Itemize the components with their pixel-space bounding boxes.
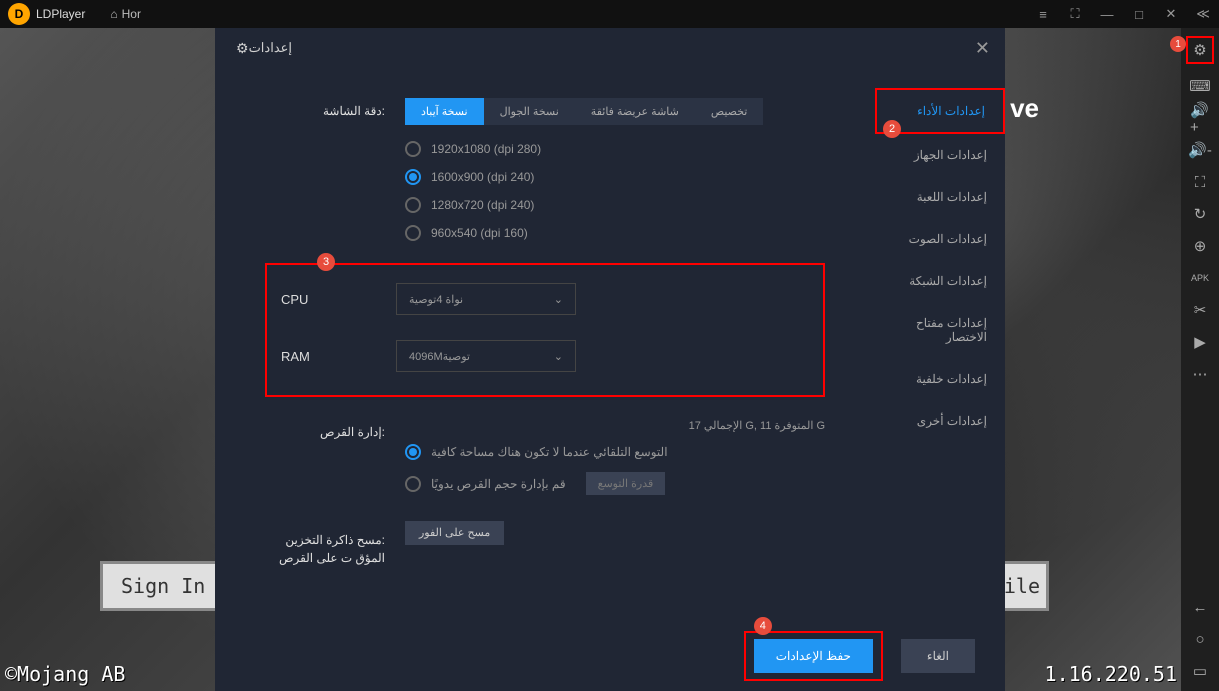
minimize-icon[interactable]: — xyxy=(1091,0,1123,28)
version: 1.16.220.51 xyxy=(1045,662,1177,686)
resolution-option-3[interactable]: 960x540 (dpi 160) xyxy=(405,225,825,241)
play-icon[interactable]: ▶ xyxy=(1190,332,1210,352)
cpu-ram-highlight: 3 CPU ⌄ نواة 4توصية RAM ⌄ توصية4096M xyxy=(265,263,825,397)
ldplayer-logo-icon: D xyxy=(8,3,30,25)
settings-content: :دقة الشاشة نسخة آيبادنسخة الجوالشاشة عر… xyxy=(215,68,875,621)
save-highlight: 4 حفظ الإعدادات xyxy=(744,631,883,681)
nav-item-0[interactable]: إعدادات الأداء2 xyxy=(875,88,1005,134)
radio-icon xyxy=(405,476,421,492)
close-icon[interactable]: ✕ xyxy=(1155,0,1187,28)
gear-icon[interactable]: ⚙ xyxy=(1190,40,1210,60)
nav-item-7[interactable]: إعدادات أخرى xyxy=(875,400,1005,442)
more-icon[interactable]: ⋯ xyxy=(1190,364,1210,384)
resolution-label: :دقة الشاشة xyxy=(265,98,385,118)
cpu-select[interactable]: ⌄ نواة 4توصية xyxy=(396,283,576,315)
resolution-option-2[interactable]: 1280x720 (dpi 240) xyxy=(405,197,825,213)
disk-info: G المتوفرة G, 11 الإجمالي 17 xyxy=(405,419,825,432)
nav-item-2[interactable]: إعدادات اللعبة xyxy=(875,176,1005,218)
resolution-tab-3[interactable]: تخصيص xyxy=(695,98,764,125)
resolution-tab-2[interactable]: شاشة عريضة فائقة xyxy=(575,98,695,125)
nav-item-6[interactable]: إعدادات خلفية xyxy=(875,358,1005,400)
cancel-button[interactable]: الغاء xyxy=(901,639,975,673)
radio-icon xyxy=(405,444,421,460)
recent-icon[interactable]: ▭ xyxy=(1190,661,1210,681)
home-icon: ⌂ xyxy=(110,7,117,21)
add-icon[interactable]: ⊕ xyxy=(1190,236,1210,256)
clear-cache-button[interactable]: مسح على الفور xyxy=(405,521,504,545)
home-tab[interactable]: ⌂ Hor xyxy=(110,7,141,21)
maximize-icon[interactable]: □ xyxy=(1123,0,1155,28)
menu-icon[interactable]: ≡ xyxy=(1027,0,1059,28)
fullscreen-icon[interactable]: ⛶ xyxy=(1190,172,1210,192)
game-text: ve xyxy=(1010,93,1039,124)
radio-icon xyxy=(405,141,421,157)
nav-item-5[interactable]: إعدادات مفتاح الاختصار xyxy=(875,302,1005,358)
nav-item-1[interactable]: إعدادات الجهاز xyxy=(875,134,1005,176)
settings-nav: إعدادات الأداء2إعدادات الجهازإعدادات الل… xyxy=(875,68,1005,621)
resolution-tab-0[interactable]: نسخة آيباد xyxy=(405,98,484,125)
fullscreen-icon[interactable]: ⛶ xyxy=(1059,0,1091,28)
home-icon[interactable]: ○ xyxy=(1190,629,1210,649)
chevron-down-icon: ⌄ xyxy=(554,293,563,306)
modal-footer: 4 حفظ الإعدادات الغاء xyxy=(215,621,1005,691)
scissors-icon[interactable]: ✂ xyxy=(1190,300,1210,320)
apk-icon[interactable]: APK xyxy=(1190,268,1210,288)
back-icon[interactable]: ← xyxy=(1190,597,1210,617)
nav-item-4[interactable]: إعدادات الشبكة xyxy=(875,260,1005,302)
modal-title: إعدادات xyxy=(249,40,292,56)
cache-label: :مسح ذاكرة التخزين المؤق ت على القرص xyxy=(265,525,385,567)
copyright: ©Mojang AB xyxy=(5,662,125,686)
collapse-icon[interactable]: ≪ xyxy=(1187,0,1219,28)
badge-4: 4 xyxy=(754,617,772,635)
volume-up-icon[interactable]: 🔊+ xyxy=(1190,108,1210,128)
settings-modal: ⚙ إعدادات ✕ إعدادات الأداء2إعدادات الجها… xyxy=(215,28,1005,691)
sign-in-button[interactable]: Sign In xyxy=(100,561,226,611)
save-button[interactable]: حفظ الإعدادات xyxy=(754,639,873,673)
app-name: LDPlayer xyxy=(36,7,85,21)
right-sidebar: 1 ⚙ ⌨ 🔊+ 🔊- ⛶ ↻ ⊕ APK ✂ ▶ ⋯ ← ○ ▭ xyxy=(1181,28,1219,691)
radio-icon xyxy=(405,169,421,185)
chevron-down-icon: ⌄ xyxy=(554,350,563,363)
cpu-label: CPU xyxy=(281,292,396,307)
modal-header: ⚙ إعدادات ✕ xyxy=(215,28,1005,68)
resolution-option-0[interactable]: 1920x1080 (dpi 280) xyxy=(405,141,825,157)
gear-icon: ⚙ xyxy=(236,40,249,57)
window-controls: ≡ ⛶ — □ ✕ ≪ xyxy=(1027,0,1219,28)
expand-button: قدرة التوسع xyxy=(586,472,666,495)
close-button[interactable]: ✕ xyxy=(975,38,990,59)
resolution-options: 1920x1080 (dpi 280) 1600x900 (dpi 240) 128… xyxy=(405,141,825,241)
badge-1: 1 xyxy=(1170,36,1186,52)
sync-icon[interactable]: ↻ xyxy=(1190,204,1210,224)
file-text: ile xyxy=(1004,561,1049,611)
disk-auto-option[interactable]: التوسع التلقائي عندما لا تكون هناك مساحة… xyxy=(405,444,825,460)
disk-label: :إدارة القرص xyxy=(265,419,385,439)
keyboard-icon[interactable]: ⌨ xyxy=(1190,76,1210,96)
radio-icon xyxy=(405,225,421,241)
resolution-option-1[interactable]: 1600x900 (dpi 240) xyxy=(405,169,825,185)
nav-item-3[interactable]: إعدادات الصوت xyxy=(875,218,1005,260)
resolution-tab-1[interactable]: نسخة الجوال xyxy=(484,98,575,125)
volume-down-icon[interactable]: 🔊- xyxy=(1190,140,1210,160)
radio-icon xyxy=(405,197,421,213)
ram-select[interactable]: ⌄ توصية4096M xyxy=(396,340,576,372)
resolution-tabs: نسخة آيبادنسخة الجوالشاشة عريضة فائقةتخص… xyxy=(405,98,825,125)
badge-2: 2 xyxy=(883,120,901,138)
title-bar: D LDPlayer ⌂ Hor ≡ ⛶ — □ ✕ ≪ xyxy=(0,0,1219,28)
disk-manual-option[interactable]: قم بإدارة حجم القرص يدويًا قدرة التوسع xyxy=(405,472,825,495)
ram-label: RAM xyxy=(281,349,396,364)
badge-3: 3 xyxy=(317,253,335,271)
settings-highlight: 1 ⚙ xyxy=(1186,36,1214,64)
